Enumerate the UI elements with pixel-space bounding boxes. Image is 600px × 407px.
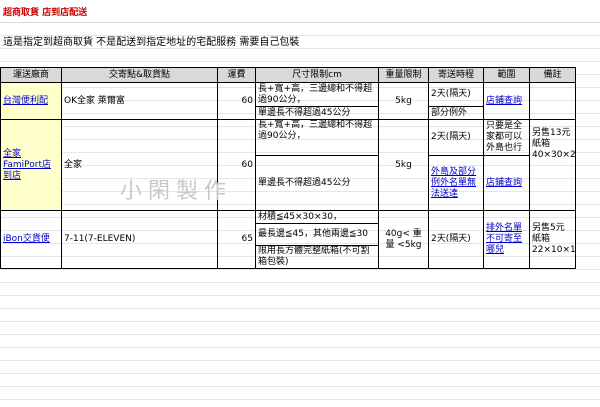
- size-cell: 最長邊≦45，其他兩邊≦30: [255, 223, 379, 246]
- scope-link[interactable]: 店鋪查詢: [486, 178, 522, 188]
- weight-cell: 40g< 重量 <5kg: [378, 210, 429, 269]
- title-bar: 超商取貨 店到店配送: [0, 0, 600, 23]
- watermark-text: 小閑製作: [120, 179, 233, 204]
- scope-link[interactable]: 排外名單不可寄至哪兒: [486, 223, 522, 255]
- col-size: 尺寸限制cm: [255, 67, 379, 83]
- vendor-link[interactable]: 全家FamiPort店到店: [3, 149, 51, 181]
- col-fee: 運費: [217, 67, 256, 83]
- header-row: 運送廠商 交寄點&取貨點 運費 尺寸限制cm 重量限制 寄送時程 範圍 備註: [0, 67, 576, 83]
- points-cell: 7-11(7-ELEVEN): [61, 210, 218, 269]
- time-cell: 部分例外: [428, 106, 484, 120]
- col-time: 寄送時程: [428, 67, 484, 83]
- fee-cell: 65: [217, 210, 256, 269]
- size-cell: 材積≦45×30×30，: [255, 210, 379, 224]
- vendor-cell: iBon交貨便: [0, 210, 62, 269]
- scope-link[interactable]: 店鋪查詢: [486, 96, 522, 106]
- time-cell: 2天(隔天): [428, 210, 484, 269]
- scope-cell: 只要是全家都可以外島也行: [483, 119, 530, 156]
- remark-cell: [529, 82, 576, 120]
- time-cell: 2天(隔天): [428, 119, 484, 156]
- scope-cell: 店鋪查詢: [483, 82, 530, 120]
- exception-link[interactable]: 外島及部分例外名單無法送達: [431, 167, 476, 199]
- col-weight: 重量限制: [378, 67, 429, 83]
- page-title: 超商取貨 店到店配送: [3, 8, 88, 18]
- vendor-link[interactable]: 台灣便利配: [3, 96, 48, 106]
- time-cell: 外島及部分例外名單無法送達: [428, 155, 484, 211]
- weight-cell: 5kg: [378, 82, 429, 120]
- table-row: iBon交貨便 7-11(7-ELEVEN) 65 材積≦45×30×30， 4…: [0, 210, 576, 269]
- col-points: 交寄點&取貨點: [61, 67, 218, 83]
- size-cell: 限用長方體完整紙箱(不可割箱包裝): [255, 245, 379, 269]
- size-cell: 長+寬+高，三邊總和不得超過90公分，: [255, 119, 379, 156]
- shipping-table: 運送廠商 交寄點&取貨點 運費 尺寸限制cm 重量限制 寄送時程 範圍 備註 台…: [0, 67, 576, 269]
- table-row: 全家FamiPort店到店 全家 60 長+寬+高，三邊總和不得超過90公分， …: [0, 119, 576, 211]
- weight-cell: 5kg: [378, 119, 429, 211]
- points-cell: OK全家 萊爾富: [61, 82, 218, 120]
- col-vendor: 運送廠商: [0, 67, 62, 83]
- vendor-link[interactable]: iBon交貨便: [3, 234, 50, 244]
- vendor-cell: 台灣便利配: [0, 82, 62, 120]
- remark-cell: 另售5元紙箱 22×10×14.5cm: [529, 210, 576, 269]
- vendor-cell: 全家FamiPort店到店: [0, 119, 62, 211]
- scope-cell: 排外名單不可寄至哪兒: [483, 210, 530, 269]
- remark-cell: 另售13元紙箱 40×30×20cm: [529, 119, 576, 211]
- size-cell: 長+寬+高，三邊總和不得超過90公分，: [255, 82, 379, 107]
- size-cell: 單邊長不得超過45公分: [255, 106, 379, 120]
- fee-cell: 60: [217, 82, 256, 120]
- scope-cell: 店鋪查詢: [483, 155, 530, 211]
- col-scope: 範圍: [483, 67, 530, 83]
- col-remark: 備註: [529, 67, 576, 83]
- size-cell: 單邊長不得超過45公分: [255, 155, 379, 211]
- table-row: 台灣便利配 OK全家 萊爾富 60 長+寬+高，三邊總和不得超過90公分， 5k…: [0, 82, 576, 120]
- note-text: 這是指定到超商取貨 不是配送到指定地址的宅配服務 需要自己包裝: [3, 37, 300, 48]
- time-cell: 2天(隔天): [428, 82, 484, 107]
